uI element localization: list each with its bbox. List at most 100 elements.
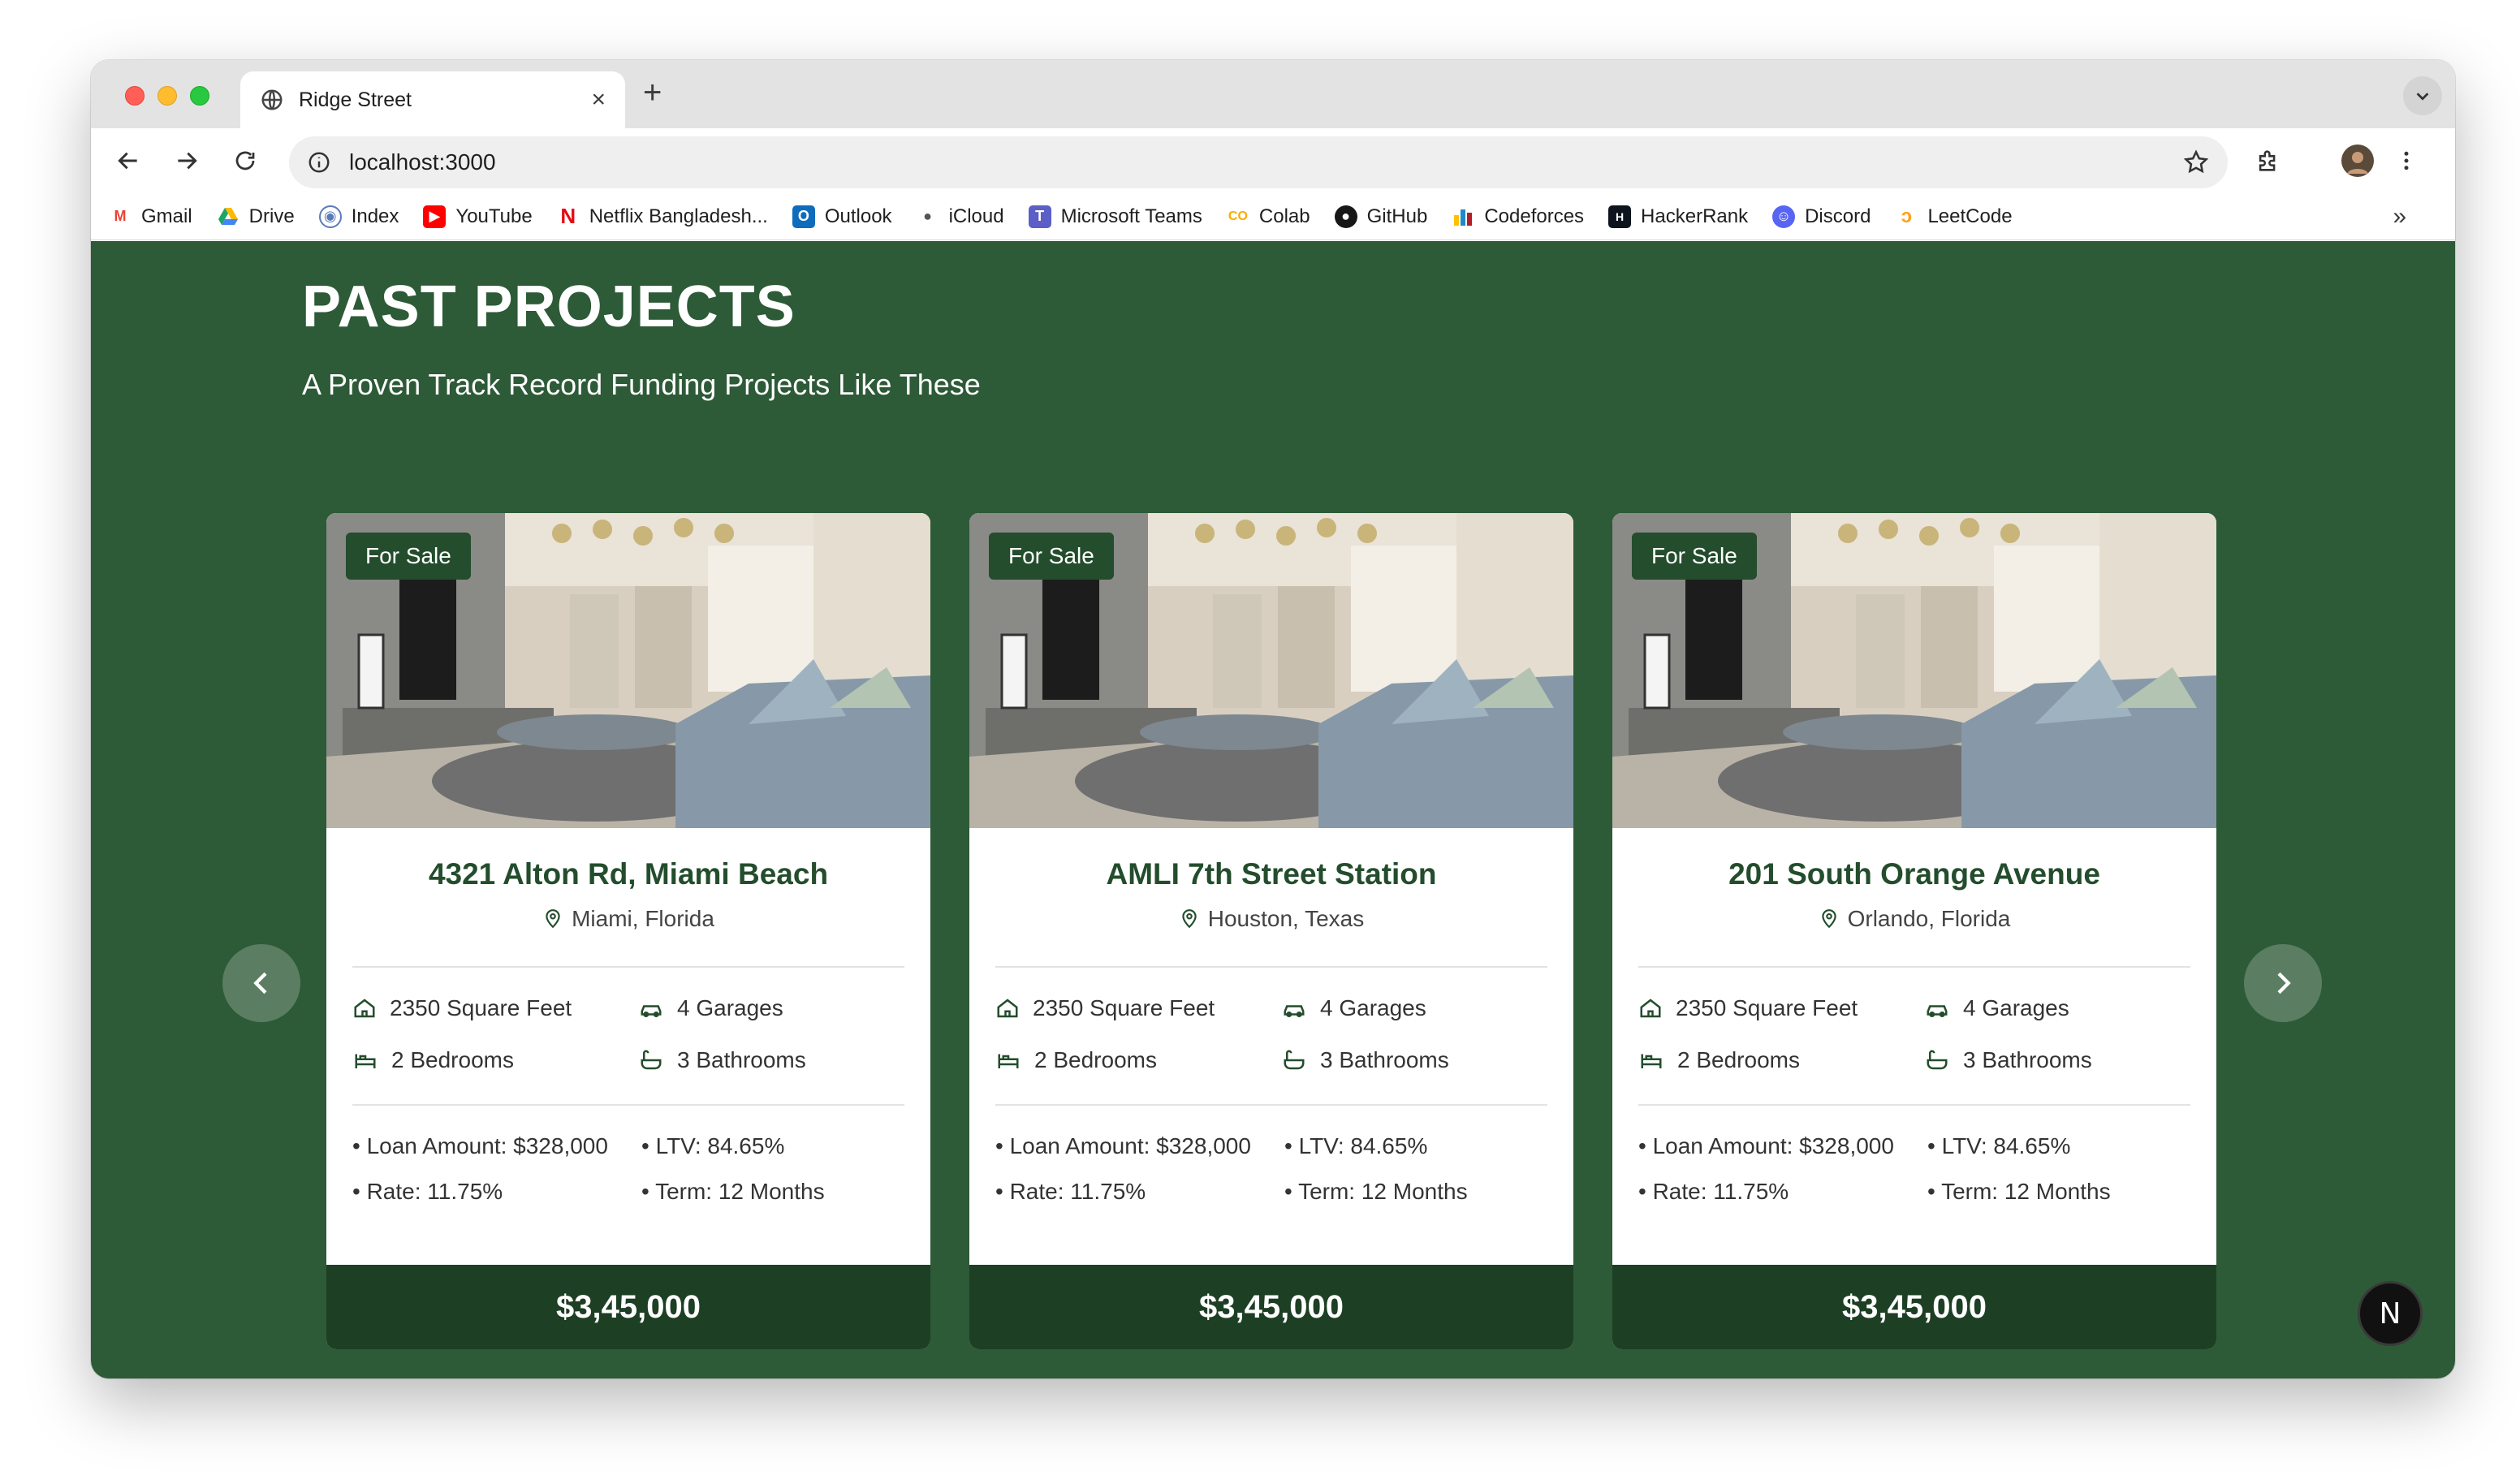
location-pin-icon (546, 909, 560, 929)
minimize-window-button[interactable] (158, 86, 177, 106)
extensions-button[interactable] (2250, 143, 2286, 179)
location-text: Orlando, Florida (1847, 906, 2011, 931)
bookmark-leetcode[interactable]: ↄ LeetCode (1895, 205, 2013, 228)
url-text[interactable]: localhost:3000 (349, 149, 2182, 175)
for-sale-badge: For Sale (989, 533, 1114, 580)
youtube-icon: ▶ (423, 205, 447, 228)
chevron-right-icon (2277, 972, 2291, 994)
price-bar: $3,45,000 (969, 1265, 1573, 1349)
loan-amount: • Loan Amount: $328,000 (352, 1133, 608, 1158)
browser-menu-button[interactable] (2388, 143, 2424, 179)
hackerrank-icon: H (1608, 205, 1632, 228)
loan-amount: • Loan Amount: $328,000 (995, 1133, 1251, 1158)
price-bar: $3,45,000 (1612, 1265, 2216, 1349)
for-sale-badge: For Sale (346, 533, 471, 580)
forward-button[interactable] (169, 143, 205, 179)
garages: 4 Garages (1924, 995, 2069, 1021)
avatar-icon (2341, 145, 2374, 177)
car-icon (641, 1005, 662, 1018)
bed-icon (1641, 1054, 1662, 1068)
rate: • Rate: 11.75% (1638, 1179, 1789, 1204)
drive-icon (216, 205, 239, 228)
page-title: PAST PROJECTS (302, 274, 796, 339)
property-name: 4321 Alton Rd, Miami Beach (428, 857, 829, 891)
rate: • Rate: 11.75% (995, 1179, 1146, 1204)
bathrooms: 3 Bathrooms (638, 1047, 806, 1073)
bookmarks-bar: M Gmail Drive ◉ Index ▶ YouTube N Netflix Ba… (91, 193, 2455, 240)
bed-icon (998, 1054, 1019, 1068)
bookmark-codeforces[interactable]: Codeforces (1452, 205, 1584, 228)
property-name: AMLI 7th Street Station (1106, 857, 1437, 891)
location-pin-icon (1821, 909, 1836, 929)
divider (352, 966, 904, 968)
back-button[interactable] (110, 143, 146, 179)
bookmark-netflix[interactable]: N Netflix Bangladesh... (556, 204, 768, 228)
price-bar: $3,45,000 (326, 1265, 930, 1349)
location-pin-icon (1182, 909, 1197, 929)
dev-tools-badge[interactable]: N (2358, 1281, 2423, 1346)
close-window-button[interactable] (125, 86, 145, 106)
bookmark-hackerrank[interactable]: H HackerRank (1608, 205, 1748, 228)
tab-ridge-street[interactable]: Ridge Street × (240, 71, 625, 128)
browser-toolbar: localhost:3000 (91, 128, 2455, 193)
bookmark-microsoft-teams[interactable]: T Microsoft Teams (1028, 205, 1202, 228)
divider (995, 1104, 1547, 1106)
ltv: • LTV: 84.65% (641, 1133, 785, 1158)
bedrooms: 2 Bedrooms (995, 1047, 1157, 1073)
location-text: Houston, Texas (1207, 906, 1365, 931)
term: • Term: 12 Months (1284, 1179, 1468, 1204)
new-tab-button[interactable]: + (643, 76, 662, 109)
project-card[interactable]: For Sale 4321 Alton Rd, Miami Beach Miam… (326, 513, 930, 1349)
bathrooms: 3 Bathrooms (1924, 1047, 2092, 1073)
bookmark-gmail[interactable]: M Gmail (109, 205, 192, 228)
tab-search-button[interactable] (2403, 76, 2442, 115)
divider (995, 966, 1547, 968)
bath-icon (1284, 1050, 1305, 1070)
address-bar[interactable]: localhost:3000 (289, 136, 2228, 188)
page-subtitle: A Proven Track Record Funding Projects L… (302, 368, 981, 401)
term: • Term: 12 Months (641, 1179, 825, 1204)
bookmark-youtube[interactable]: ▶ YouTube (423, 205, 533, 228)
gmail-icon: M (109, 205, 132, 228)
close-tab-icon[interactable]: × (591, 88, 606, 112)
project-card[interactable]: For Sale 201 South Orange Avenue Orlando… (1612, 513, 2216, 1349)
bookmark-colab[interactable]: CO Colab (1226, 205, 1310, 228)
bookmark-star-icon[interactable] (2182, 149, 2210, 176)
leetcode-icon: ↄ (1895, 205, 1918, 228)
bed-icon (355, 1054, 376, 1068)
garages: 4 Garages (1281, 995, 1426, 1021)
bedrooms: 2 Bedrooms (352, 1047, 514, 1073)
term: • Term: 12 Months (1927, 1179, 2111, 1204)
car-icon (1284, 1005, 1305, 1018)
chevron-down-icon (2416, 93, 2429, 101)
loan-amount: • Loan Amount: $328,000 (1638, 1133, 1894, 1158)
codeforces-icon (1452, 205, 1475, 228)
discord-icon: ☺ (1772, 205, 1796, 228)
bath-icon (1927, 1050, 1948, 1070)
car-icon (1927, 1005, 1948, 1018)
bookmark-github[interactable]: ● GitHub (1334, 205, 1427, 228)
divider (1638, 966, 2190, 968)
site-info-icon[interactable] (307, 150, 331, 175)
bookmark-outlook[interactable]: O Outlook (792, 205, 892, 228)
rate: • Rate: 11.75% (352, 1179, 503, 1204)
tab-strip: Ridge Street × + (91, 60, 2455, 128)
more-bookmarks-icon[interactable]: » (2393, 203, 2406, 231)
maximize-window-button[interactable] (190, 86, 209, 106)
bathrooms: 3 Bathrooms (1281, 1047, 1449, 1073)
bookmark-icloud[interactable]: ● iCloud (916, 205, 1004, 228)
bookmark-index[interactable]: ◉ Index (318, 205, 399, 228)
reload-button[interactable] (227, 143, 263, 179)
more-vertical-icon (2404, 151, 2409, 170)
property-photo: For Sale (1612, 513, 2216, 828)
property-location: Orlando, Florida (1612, 906, 2216, 932)
bookmark-drive[interactable]: Drive (216, 205, 295, 228)
bookmark-discord[interactable]: ☺ Discord (1772, 205, 1871, 228)
carousel-next-button[interactable] (2244, 944, 2322, 1022)
location-text: Miami, Florida (572, 906, 714, 931)
page-content: PAST PROJECTS A Proven Track Record Fund… (91, 241, 2455, 1378)
carousel-prev-button[interactable] (222, 944, 300, 1022)
property-name: 201 South Orange Avenue (1728, 857, 2100, 891)
project-card[interactable]: For Sale AMLI 7th Street Station Houston… (969, 513, 1573, 1349)
profile-avatar[interactable] (2340, 143, 2375, 179)
